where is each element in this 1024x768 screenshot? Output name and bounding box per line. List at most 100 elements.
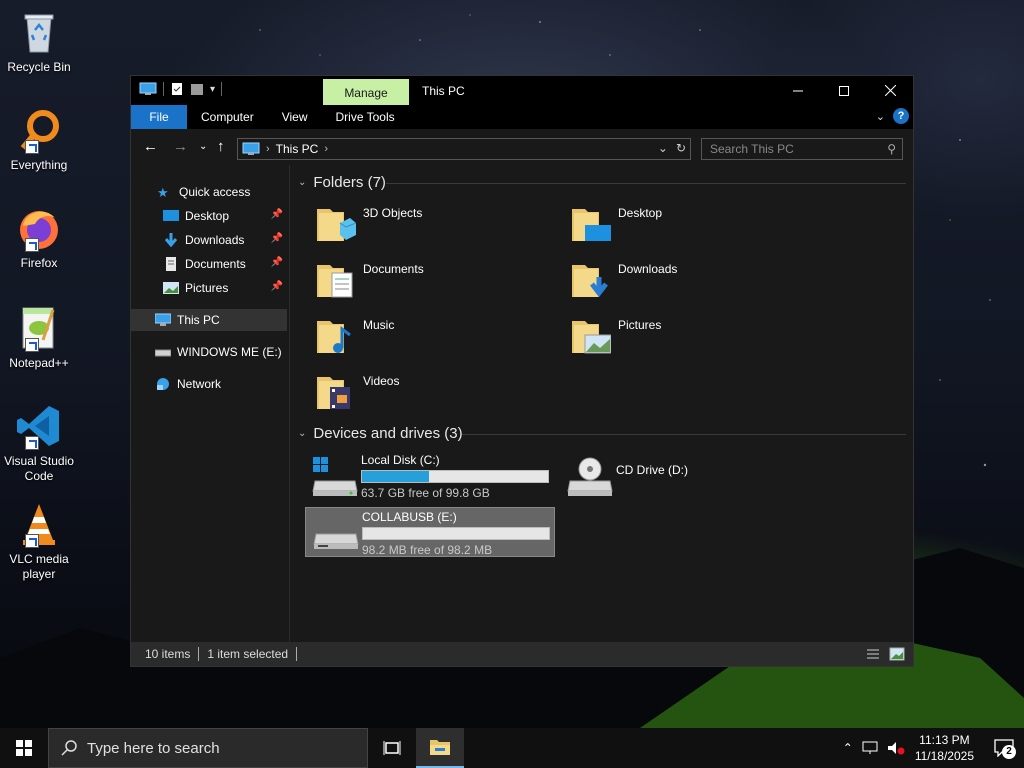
forward-button[interactable]: → xyxy=(173,138,188,155)
devices-group-header[interactable]: ⌄ Devices and drives (3) xyxy=(298,423,463,443)
customize-qat-icon[interactable]: ▾ xyxy=(210,84,215,95)
desktop-icon-firefox[interactable]: Firefox xyxy=(2,204,76,271)
tab-drive-tools[interactable]: Drive Tools xyxy=(321,105,408,129)
breadcrumb-chevron-icon[interactable]: › xyxy=(324,143,328,155)
folder-documents[interactable]: Documents xyxy=(290,257,530,307)
help-button[interactable]: ? xyxy=(893,108,909,124)
nav-label: Downloads xyxy=(185,233,245,247)
action-center-button[interactable]: 2 xyxy=(984,739,1024,759)
this-pc-icon xyxy=(155,313,171,326)
address-history-dropdown-icon[interactable]: ⌄ xyxy=(658,141,668,155)
tab-file[interactable]: File xyxy=(131,105,187,129)
documents-folder-icon xyxy=(317,265,353,298)
folder-videos[interactable]: Videos xyxy=(290,369,530,419)
nav-network[interactable]: Network xyxy=(131,373,287,395)
status-bar: 10 items 1 item selected xyxy=(131,642,913,666)
folders-group-header[interactable]: ⌄ Folders (7) xyxy=(298,172,386,192)
notepad-plus-plus-icon xyxy=(15,304,63,352)
pin-icon[interactable]: 📌 xyxy=(271,257,283,268)
tab-view[interactable]: View xyxy=(268,105,322,129)
downloads-folder-icon xyxy=(572,265,608,298)
new-folder-icon[interactable] xyxy=(190,82,204,96)
nav-downloads[interactable]: Downloads 📌 xyxy=(131,229,287,251)
drive-usage-bar xyxy=(362,527,550,540)
taskbar-search-box[interactable]: Type here to search xyxy=(48,728,368,768)
tab-computer[interactable]: Computer xyxy=(187,105,268,129)
nav-windows-me-drive[interactable]: WINDOWS ME (E:) xyxy=(131,341,287,363)
system-clock[interactable]: 11:13 PM 11/18/2025 xyxy=(915,732,974,764)
qat-separator xyxy=(163,82,164,96)
pin-icon[interactable]: 📌 xyxy=(271,233,283,244)
desktop-icon-vscode[interactable]: Visual Studio Code xyxy=(2,402,76,484)
drive-local-disk-c[interactable]: Local Disk (C:) 63.7 GB free of 99.8 GB xyxy=(305,451,555,501)
desktop-icon-everything[interactable]: Everything xyxy=(2,106,76,173)
drive-name: COLLABUSB (E:) xyxy=(362,510,457,524)
desktop-icon-notepad-plus-plus[interactable]: Notepad++ xyxy=(2,304,76,371)
folder-desktop[interactable]: Desktop xyxy=(545,201,785,251)
back-button[interactable]: ← xyxy=(143,138,158,155)
folder-label: Desktop xyxy=(618,206,663,220)
breadcrumb-this-pc[interactable]: This PC xyxy=(276,142,319,156)
close-button[interactable] xyxy=(867,76,913,105)
system-tray: ⌃ 11:13 PM 11/18/2025 2 xyxy=(839,728,1024,768)
drive-usage-bar xyxy=(361,470,549,483)
nav-label: Quick access xyxy=(179,185,251,199)
nav-this-pc[interactable]: This PC xyxy=(131,309,287,331)
status-separator xyxy=(198,647,200,661)
picture-icon xyxy=(163,282,179,294)
vlc-icon xyxy=(15,500,63,548)
desktop-icon-label: Visual Studio Code xyxy=(4,454,74,483)
search-box[interactable]: Search This PC ⚲ xyxy=(701,138,903,160)
expand-ribbon-icon[interactable]: ⌄ xyxy=(876,110,885,123)
taskbar-file-explorer-button[interactable] xyxy=(416,728,464,768)
up-button[interactable]: ↑ xyxy=(217,138,225,155)
nav-documents[interactable]: Documents 📌 xyxy=(131,253,287,275)
view-buttons xyxy=(865,647,905,661)
drive-cd-d[interactable]: CD Drive (D:) xyxy=(560,451,760,501)
desktop-folder-icon xyxy=(163,210,179,221)
maximize-icon xyxy=(839,85,849,96)
pin-icon[interactable]: 📌 xyxy=(271,281,283,292)
details-view-icon[interactable] xyxy=(865,647,881,661)
usb-drive-icon xyxy=(155,349,171,357)
folder-music[interactable]: Music xyxy=(290,313,530,363)
large-icons-view-icon[interactable] xyxy=(889,647,905,661)
properties-icon[interactable] xyxy=(170,82,184,96)
search-placeholder: Search This PC xyxy=(710,142,794,156)
nav-desktop[interactable]: Desktop 📌 xyxy=(131,205,287,227)
window-title: This PC xyxy=(422,84,465,98)
refresh-icon[interactable]: ↻ xyxy=(676,141,686,155)
folder-label: Pictures xyxy=(618,318,662,332)
windows-drive-icon xyxy=(312,457,358,496)
volume-muted-icon[interactable] xyxy=(887,741,905,755)
task-view-button[interactable] xyxy=(368,728,416,768)
desktop-icon-vlc[interactable]: VLC media player xyxy=(2,500,76,582)
star-icon: ★ xyxy=(157,185,169,200)
recent-locations-button[interactable]: ⌄ xyxy=(199,141,207,152)
folder-pictures[interactable]: Pictures xyxy=(545,313,785,363)
minimize-button[interactable] xyxy=(775,76,821,105)
network-icon xyxy=(157,378,169,390)
drive-collabusb-e[interactable]: COLLABUSB (E:) 98.2 MB free of 98.2 MB xyxy=(305,507,555,557)
nav-quick-access[interactable]: ★ Quick access xyxy=(131,181,287,203)
title-bar: ▾ Manage This PC xyxy=(131,76,913,105)
desktop-icon-label: Notepad++ xyxy=(9,356,69,370)
computer-icon xyxy=(139,82,157,95)
folder-3d-objects[interactable]: 3D Objects xyxy=(290,201,530,251)
network-status-icon[interactable] xyxy=(861,741,879,755)
nav-pictures[interactable]: Pictures 📌 xyxy=(131,277,287,299)
shortcut-arrow-icon xyxy=(25,338,39,352)
maximize-button[interactable] xyxy=(821,76,867,105)
folder-downloads[interactable]: Downloads xyxy=(545,257,785,307)
drive-usage-fill xyxy=(362,471,429,482)
pin-icon[interactable]: 📌 xyxy=(271,209,283,220)
forward-arrow-icon: → xyxy=(173,138,188,155)
close-icon xyxy=(884,85,896,96)
folder-label: Documents xyxy=(363,262,424,276)
start-button[interactable] xyxy=(0,728,48,768)
show-hidden-icons-chevron-icon[interactable]: ⌃ xyxy=(843,741,853,755)
desktop-icon-recycle-bin[interactable]: Recycle Bin xyxy=(2,8,76,75)
address-field[interactable]: › This PC › ⌄ ↻ xyxy=(237,138,691,160)
tab-manage[interactable]: Manage xyxy=(323,79,409,105)
document-icon xyxy=(166,257,176,271)
